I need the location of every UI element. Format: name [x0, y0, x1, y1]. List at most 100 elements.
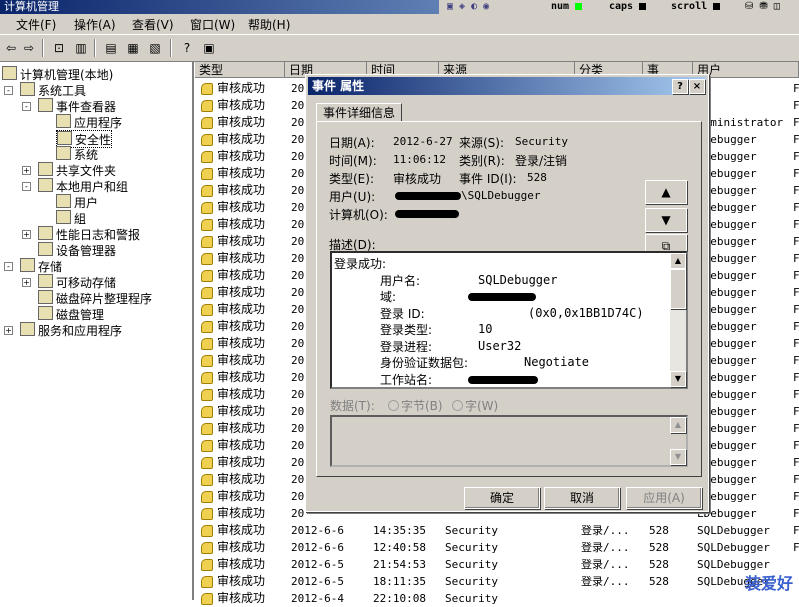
dialog-title: 事件 属性 — [312, 79, 365, 93]
ok-button[interactable]: 确定 — [464, 487, 540, 509]
cancel-button[interactable]: 取消 — [544, 487, 620, 509]
close-button[interactable]: × — [689, 79, 705, 94]
tree-item[interactable]: 本地用户和组 — [38, 178, 128, 194]
tree-item[interactable]: 事件查看器 — [38, 98, 116, 114]
audit-key-icon — [201, 474, 213, 486]
forward-icon[interactable]: ⇨ — [20, 39, 38, 57]
audit-key-icon — [201, 236, 213, 248]
menu-file[interactable]: 文件(F) — [16, 16, 56, 33]
col-type[interactable]: 类型 — [195, 62, 285, 78]
description-key: 域: — [380, 290, 397, 304]
cell-type: 审核成功 — [217, 421, 266, 435]
cell-type: 审核成功 — [217, 336, 266, 350]
back-icon[interactable]: ⇦ — [2, 39, 20, 57]
refresh-icon[interactable]: ▦ — [124, 39, 142, 57]
folder-icon — [38, 226, 53, 240]
console-icon[interactable]: ▣ — [200, 39, 218, 57]
cell-type: 审核成功 — [217, 115, 266, 129]
menu-action[interactable]: 操作(A) — [74, 16, 116, 33]
table-row[interactable]: 审核成功 2012-6-6 12:40:58 Security 登录/... 528 SQL… — [195, 539, 799, 556]
expand-toggle-icon[interactable]: + — [22, 166, 31, 175]
tree-item[interactable]: 磁盘碎片整理程序 — [38, 290, 152, 306]
expand-toggle-icon[interactable]: + — [4, 326, 13, 335]
data-box: ▲ ▼ — [330, 415, 688, 467]
description-scrollbar[interactable]: ▲ ▼ — [670, 253, 686, 387]
tree-item[interactable]: 应用程序 — [56, 114, 122, 130]
description-box[interactable]: ▲ ▼ 登录成功: 用户名: SQLDebugger 域: 登录 ID: (0x0,0x1… — [330, 251, 688, 389]
help-button[interactable]: ? — [672, 79, 688, 94]
cell-date: 20 — [291, 405, 305, 418]
radio-bytes[interactable]: 字节(B) — [388, 397, 443, 414]
table-row[interactable]: 审核成功 2012-6-5 18:11:35 Security 登录/... 528 SQL… — [195, 573, 799, 590]
scroll-up-icon[interactable]: ▲ — [670, 253, 686, 269]
tree-item[interactable]: 设备管理器 — [38, 242, 116, 258]
expand-toggle-icon[interactable]: - — [22, 182, 31, 191]
tree-item[interactable]: 系统 — [56, 146, 98, 162]
cell-date: 20 — [291, 235, 305, 248]
menu-help[interactable]: 帮助(H) — [248, 16, 290, 33]
apply-button[interactable]: 应用(A) — [626, 487, 702, 509]
audit-key-icon — [201, 185, 213, 197]
expand-toggle-icon[interactable]: - — [4, 86, 13, 95]
cell-ev: 528 — [649, 541, 669, 554]
properties-icon[interactable]: ▤ — [102, 39, 120, 57]
tree-item[interactable]: 磁盘管理 — [38, 306, 104, 322]
scroll-thumb[interactable] — [670, 269, 686, 309]
cell-type: 审核成功 — [217, 268, 266, 282]
table-row[interactable]: 审核成功 2012-6-4 22:10:08 Security — [195, 590, 799, 607]
event-properties-dialog: 事件 属性 ? × 事件详细信息 日期(A): 2012-6-27 来源(S):… — [305, 74, 709, 512]
watermark: 装爱好 — [744, 574, 793, 593]
cell-c: F — [793, 371, 799, 384]
tree-item[interactable]: 用户 — [56, 194, 98, 210]
help-icon[interactable]: ? — [178, 39, 196, 57]
tree-item-label: 事件查看器 — [56, 100, 117, 114]
tree-item[interactable]: 共享文件夹 — [38, 162, 116, 178]
cell-date: 20 — [291, 371, 305, 384]
tab-event-details[interactable]: 事件详细信息 — [316, 103, 402, 122]
cell-c: F — [793, 286, 799, 299]
cell-date: 20 — [291, 320, 305, 333]
cell-c: F — [793, 150, 799, 163]
cell-date: 20 — [291, 286, 305, 299]
scroll-down-icon[interactable]: ▼ — [670, 371, 686, 387]
menu-window[interactable]: 窗口(W) — [190, 16, 235, 33]
cell-c: F — [793, 252, 799, 265]
redaction-mark — [468, 293, 536, 301]
folder-icon — [20, 322, 35, 336]
tree-item[interactable]: 服务和应用程序 — [20, 322, 122, 338]
cell-time: 22:10:08 — [373, 592, 426, 605]
tree-item[interactable]: 存储 — [20, 258, 62, 274]
cell-c: F — [793, 422, 799, 435]
export-icon[interactable]: ▧ — [146, 39, 164, 57]
menu-view[interactable]: 查看(V) — [132, 16, 174, 33]
expand-toggle-icon[interactable]: + — [22, 278, 31, 287]
cell-c: F — [793, 82, 799, 95]
radio-words[interactable]: 字(W) — [452, 397, 498, 414]
up-folder-icon[interactable]: ⊡ — [50, 39, 68, 57]
tree-item[interactable]: 性能日志和警报 — [38, 226, 140, 242]
cell-date: 20 — [291, 337, 305, 350]
type-value: 审核成功 — [393, 172, 442, 186]
table-row[interactable]: 审核成功 2012-6-6 14:35:35 Security 登录/... 528 SQL… — [195, 522, 799, 539]
cell-date: 20 — [291, 201, 305, 214]
cell-type: 审核成功 — [217, 591, 266, 605]
description-key: 用户名: — [380, 273, 421, 288]
tray-app-icons[interactable]: ⛁ ⛃ ◫ — [745, 1, 780, 12]
cell-date: 20 — [291, 133, 305, 146]
expand-toggle-icon[interactable]: + — [22, 230, 31, 239]
folder-icon — [57, 131, 72, 145]
expand-toggle-icon[interactable]: - — [4, 262, 13, 271]
previous-event-button[interactable]: ▲ — [645, 180, 687, 204]
next-event-button[interactable]: ▼ — [645, 208, 687, 232]
audit-key-icon — [201, 100, 213, 112]
tree-item[interactable]: 计算机管理(本地) — [2, 66, 113, 82]
expand-toggle-icon[interactable]: - — [22, 102, 31, 111]
tree-item[interactable]: 系统工具 — [20, 82, 86, 98]
description-key: 登录进程: — [380, 339, 433, 354]
tree-item[interactable]: 組 — [56, 210, 86, 226]
audit-key-icon — [201, 372, 213, 384]
cell-date: 20 — [291, 150, 305, 163]
show-tree-icon[interactable]: ▥ — [72, 39, 90, 57]
table-row[interactable]: 审核成功 2012-6-5 21:54:53 Security 登录/... 528 SQL… — [195, 556, 799, 573]
tree-item[interactable]: 可移动存储 — [38, 274, 116, 290]
